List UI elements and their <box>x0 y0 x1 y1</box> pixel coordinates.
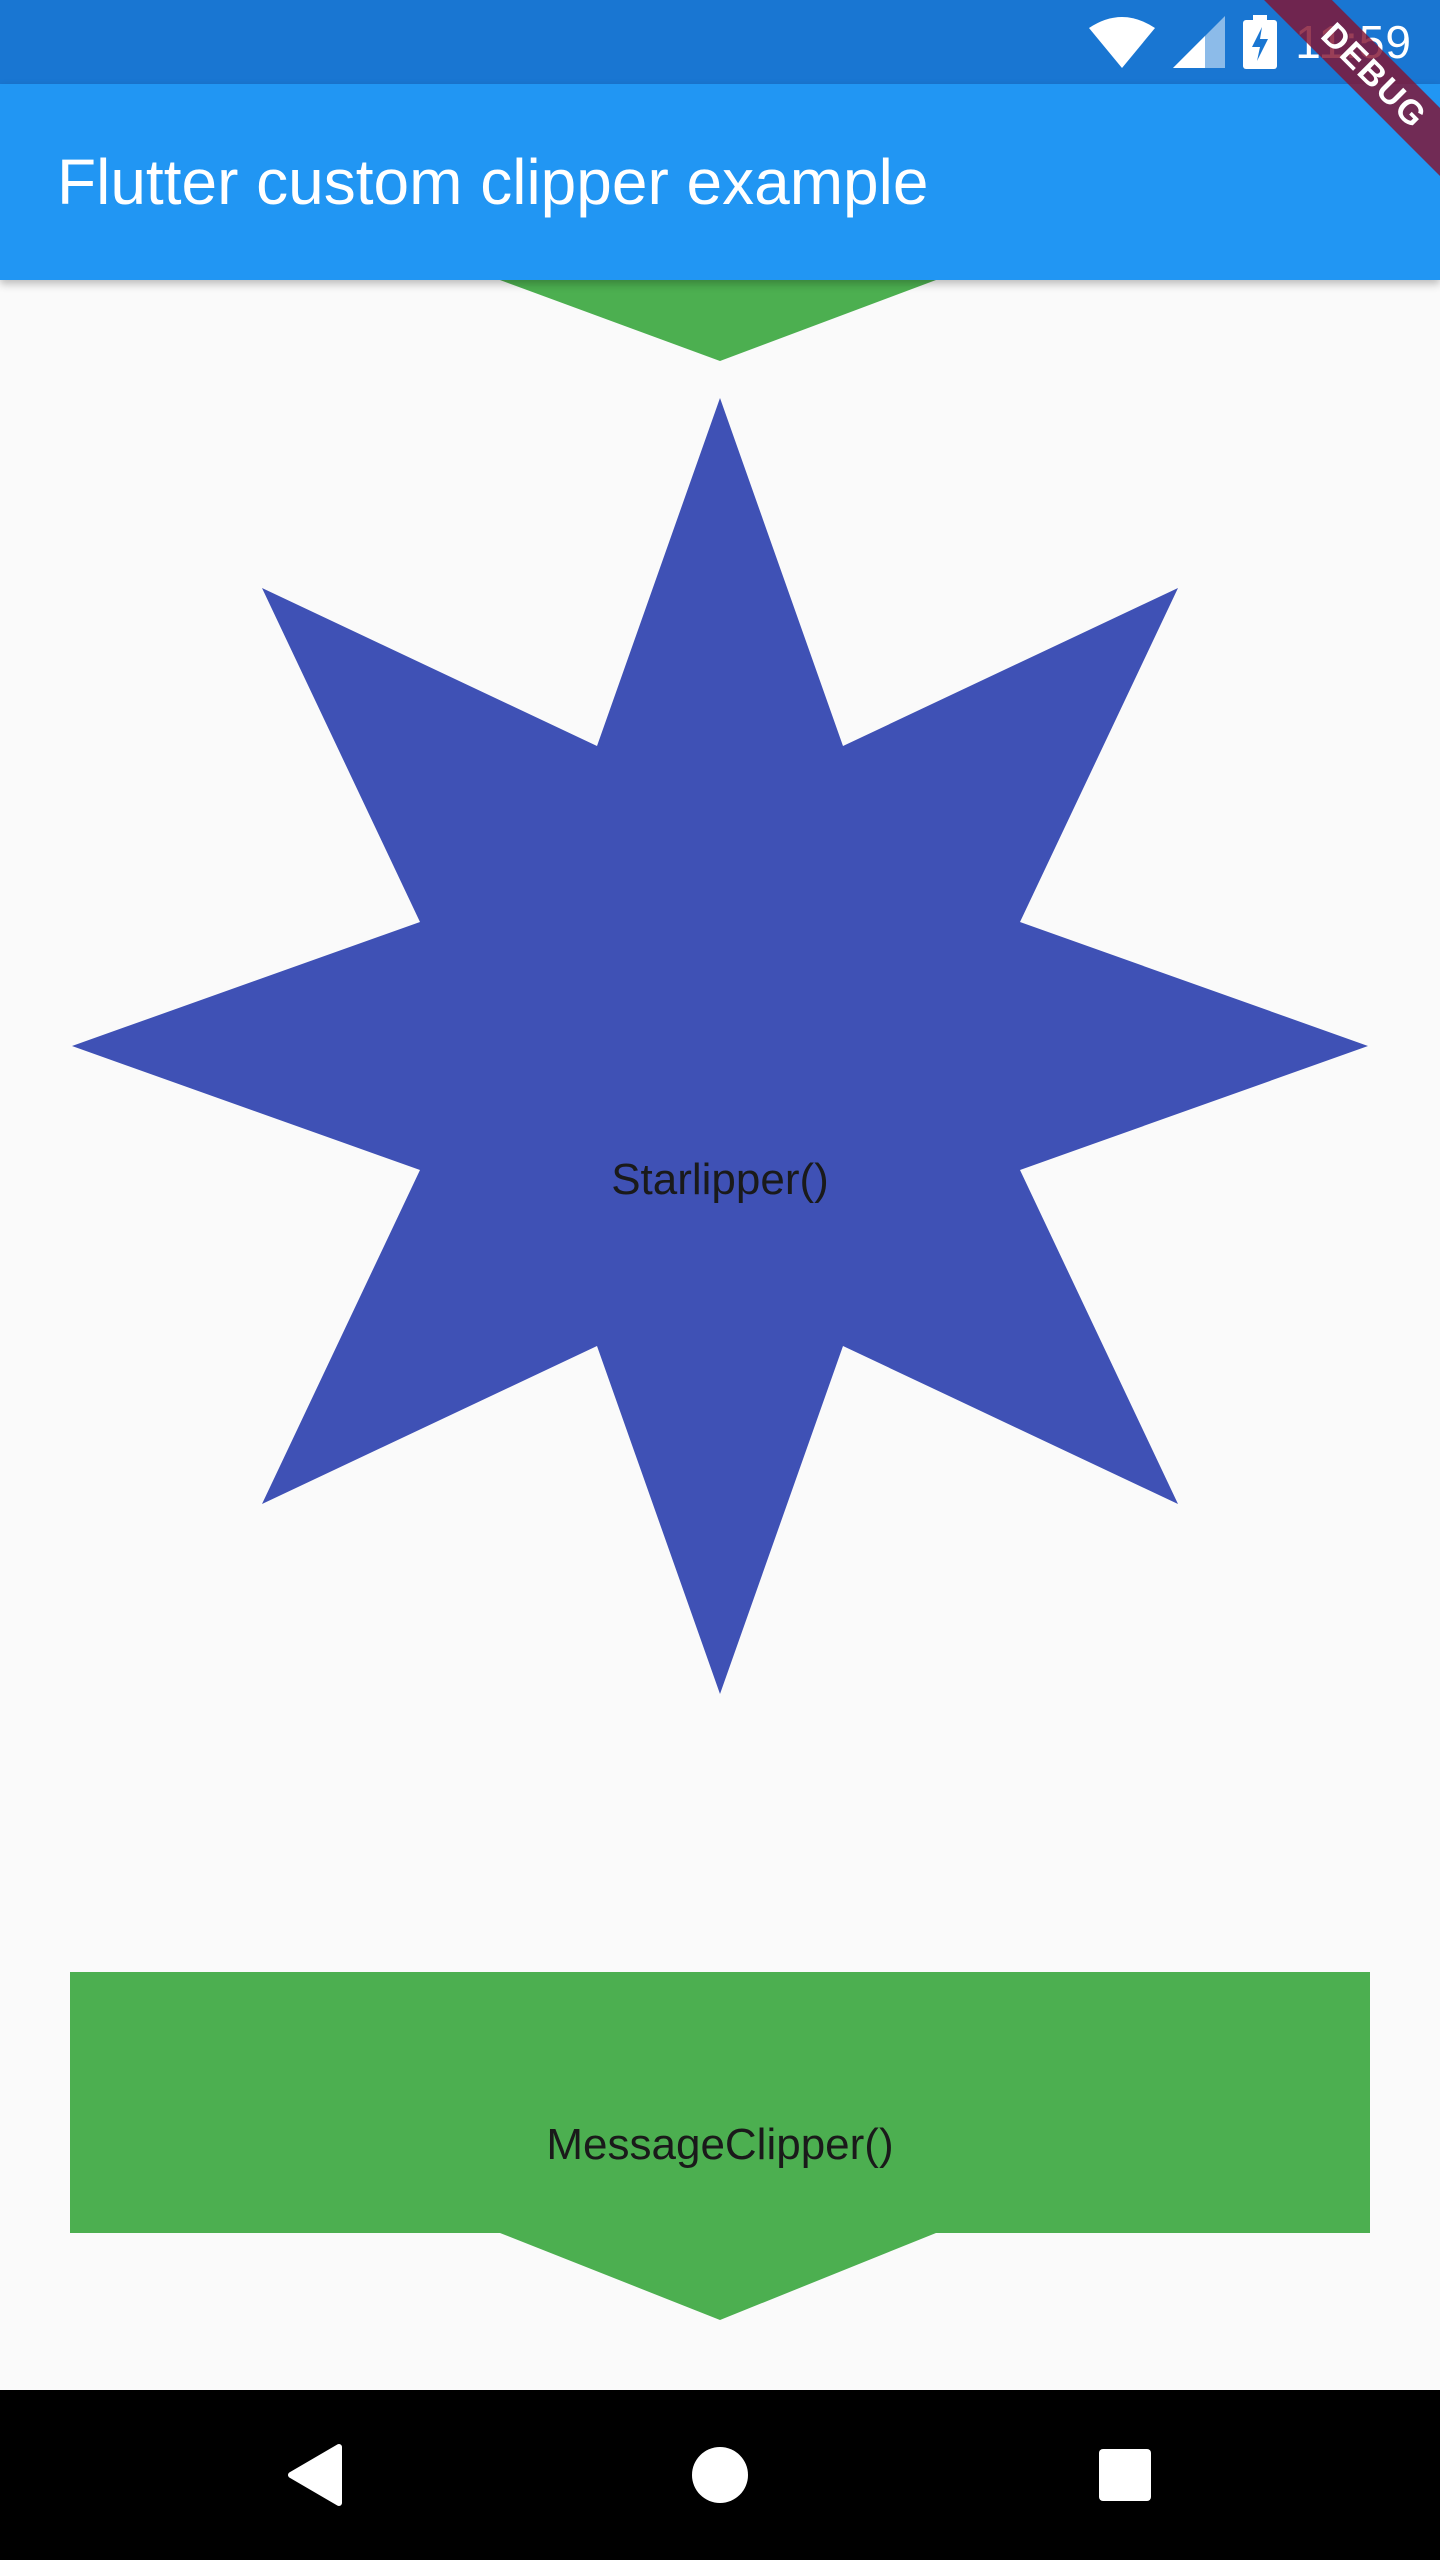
wifi-icon <box>1089 17 1156 68</box>
signal-icon <box>1173 16 1226 68</box>
status-bar: 11:59 <box>0 0 1440 84</box>
back-button[interactable] <box>270 2430 360 2520</box>
status-icons: 11:59 <box>1089 12 1412 72</box>
battery-charging-icon <box>1243 15 1278 69</box>
message-bubble-shape <box>70 1972 1370 2320</box>
page-title: Flutter custom clipper example <box>57 146 929 218</box>
back-icon <box>288 2444 342 2506</box>
home-icon <box>692 2447 748 2503</box>
navigation-bar <box>0 2390 1440 2560</box>
recents-icon <box>1099 2449 1151 2501</box>
app-bar: Flutter custom clipper example <box>0 84 1440 280</box>
home-button[interactable] <box>675 2430 765 2520</box>
message-clipper-label: MessageClipper() <box>546 2120 894 2169</box>
status-time: 11:59 <box>1295 16 1412 68</box>
scroll-content[interactable]: Starlipper() MessageClipper() <box>0 280 1440 2390</box>
recents-button[interactable] <box>1080 2430 1170 2520</box>
